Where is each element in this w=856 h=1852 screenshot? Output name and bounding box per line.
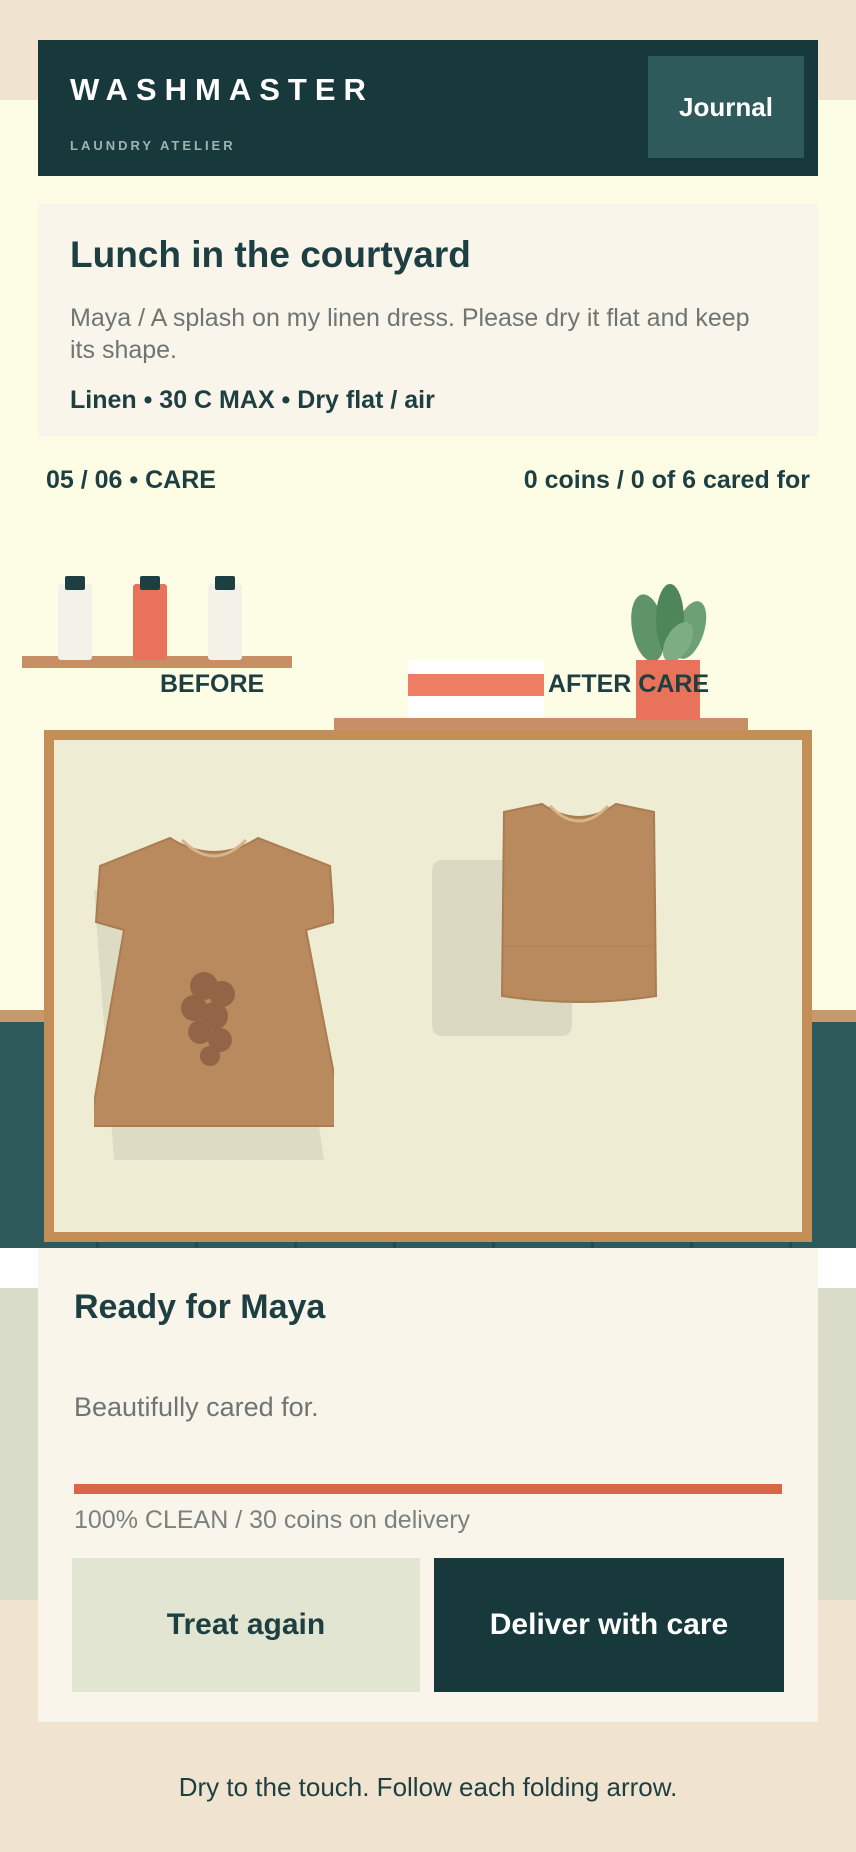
brand-title: WASHMASTER	[70, 72, 374, 107]
plant-icon	[631, 584, 707, 662]
table-surface	[54, 740, 802, 1232]
treat-again-button[interactable]: Treat again	[72, 1558, 420, 1692]
app-header: WASHMASTER LAUNDRY ATELIER Journal	[38, 40, 818, 176]
folded-towel	[408, 660, 544, 718]
clean-progress-fill	[74, 1484, 782, 1494]
before-label: BEFORE	[160, 670, 265, 698]
order-description: Maya / A splash on my linen dress. Pleas…	[70, 304, 750, 364]
care-tags: Linen • 30 C MAX • Dry flat / air	[70, 386, 435, 414]
linen-dress-before[interactable]	[94, 826, 334, 1136]
result-panel: Ready for Maya Beautifully cared for. 10…	[38, 1248, 818, 1722]
level-status: 05 / 06 • CARE	[46, 466, 216, 494]
order-title: Lunch in the courtyard	[70, 234, 471, 275]
order-card: Lunch in the courtyard Maya / A splash o…	[38, 204, 818, 436]
detergent-bottle-white-2	[208, 576, 242, 660]
detergent-bottle-coral	[133, 576, 167, 660]
detergent-bottle-white	[58, 576, 92, 660]
coins-status: 0 coins / 0 of 6 cared for	[523, 466, 810, 494]
brand-subtitle: LAUNDRY ATELIER	[70, 138, 236, 153]
after-care-label: AFTER CARE	[548, 670, 710, 698]
deliver-button[interactable]: Deliver with care	[434, 1558, 784, 1692]
footer-hint: Dry to the touch. Follow each folding ar…	[178, 1772, 678, 1802]
care-table	[44, 730, 812, 1242]
clean-progress-bar	[74, 1484, 782, 1494]
journal-button[interactable]: Journal	[648, 56, 804, 158]
clean-progress-text: 100% CLEAN / 30 coins on delivery	[74, 1506, 471, 1534]
result-title: Ready for Maya	[74, 1288, 326, 1326]
folded-dress-after[interactable]	[494, 796, 664, 1016]
result-message: Beautifully cared for.	[74, 1392, 319, 1422]
